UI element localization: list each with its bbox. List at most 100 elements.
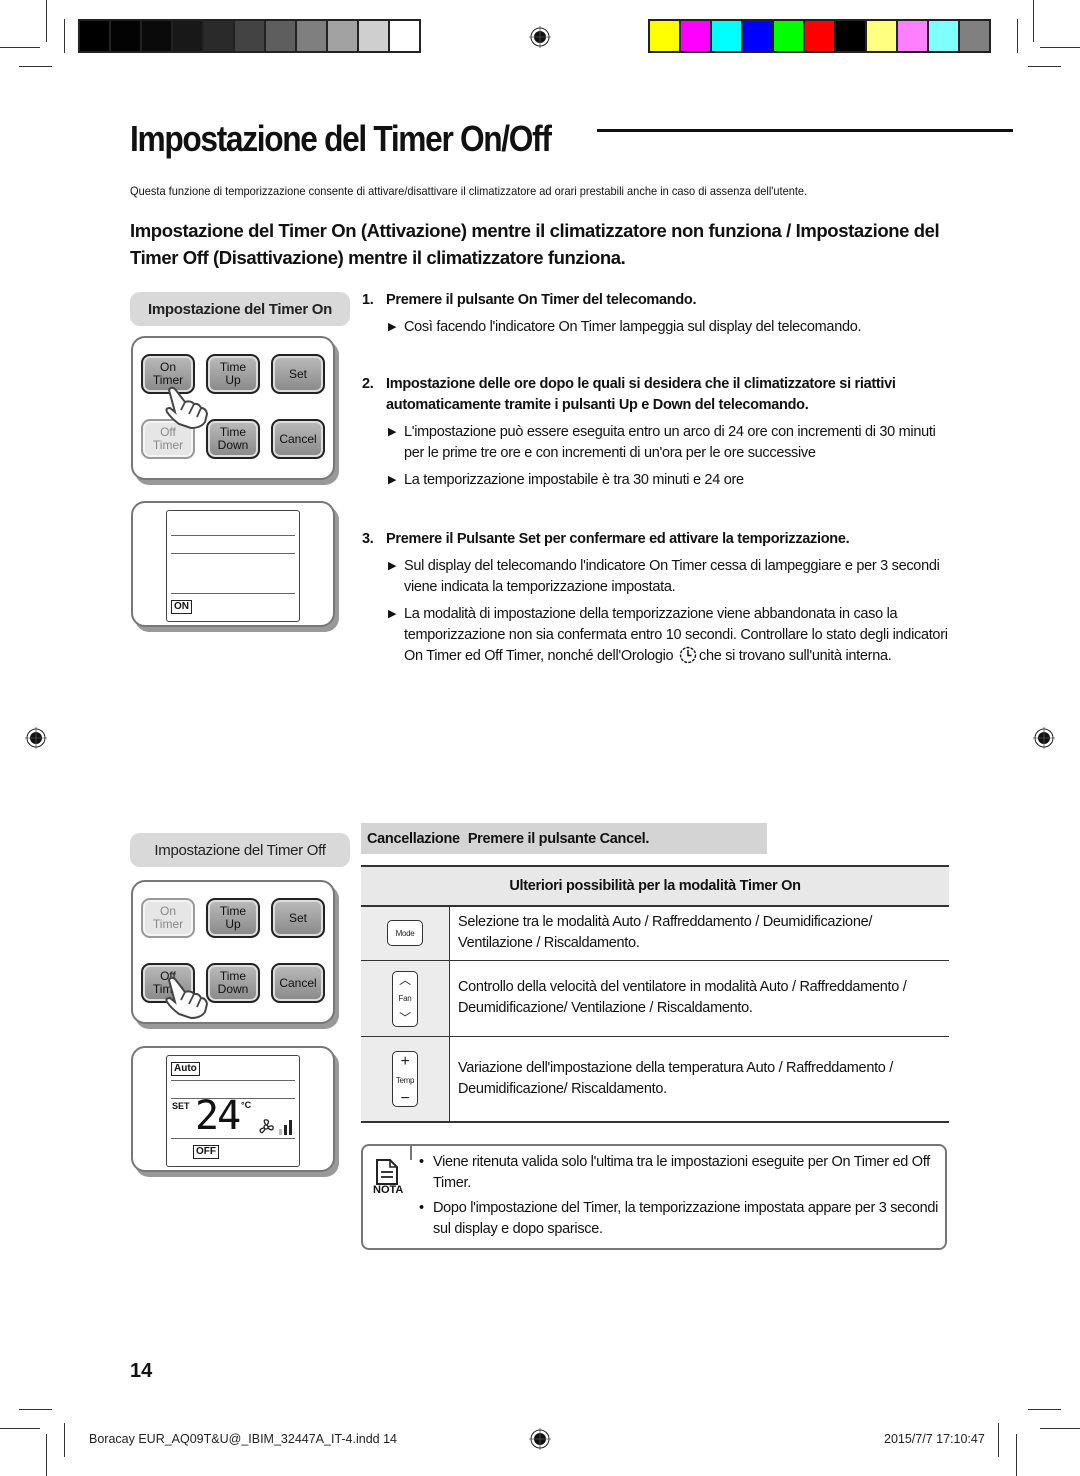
color-swatch (80, 21, 109, 51)
on-timer-button[interactable]: On Timer (141, 898, 195, 938)
crop-mark (1028, 1409, 1061, 1410)
color-swatch (390, 21, 419, 51)
color-swatch (867, 21, 896, 51)
table-icon-cell: ︿ Fan ﹀ (361, 960, 450, 1037)
color-swatch (142, 21, 171, 51)
step-bullet: ▶ Sul display del telecomando l'indicator… (362, 556, 952, 598)
step-title: 2. Impostazione delle ore dopo le quali s… (362, 374, 952, 416)
mode-button-icon: Mode (387, 920, 423, 947)
color-swatch (743, 21, 772, 51)
color-swatch (805, 21, 834, 51)
table-text-cell: Variazione dell'impostazione della tempe… (449, 1036, 949, 1123)
cancel-text: Premere il pulsante Cancel. (467, 830, 650, 847)
fan-speed-icon (259, 1119, 292, 1135)
button-label: Down (217, 982, 249, 996)
button-label: Up (225, 917, 241, 931)
color-swatch (235, 21, 264, 51)
button-label: On (159, 904, 176, 918)
bullet-text: che si trovano sull'unità interna. (699, 648, 892, 664)
table-row: + Temp − Variazione dell'impostazione de… (361, 1036, 949, 1123)
table-header: Ulteriori possibilità per la modalità Ti… (361, 865, 949, 907)
bullet-text: L'impostazione può essere eseguita entro… (404, 424, 936, 461)
crop-mark (1017, 19, 1018, 53)
pointing-hand-icon (165, 976, 209, 1020)
note-label: NOTA (373, 1184, 404, 1196)
note-list: • Viene ritenuta valida solo l'ultima tra… (419, 1152, 939, 1244)
button-label: Up (225, 373, 241, 387)
registration-mark-icon (1033, 727, 1055, 749)
steps-list: 1. Premere il pulsante On Timer del telec… (362, 290, 952, 667)
crop-mark (998, 1423, 999, 1457)
time-down-button[interactable]: Time Down (206, 419, 260, 459)
lcd-divider (171, 535, 295, 536)
color-swatch (712, 21, 741, 51)
minus-icon: − (400, 1089, 410, 1107)
color-calibration-bar (648, 19, 991, 53)
color-swatch (650, 21, 679, 51)
set-label: SET (172, 1101, 190, 1111)
step-1: 1. Premere il pulsante On Timer del telec… (362, 290, 952, 338)
step-bullet: ▶ L'impostazione può essere eseguita entr… (362, 422, 952, 464)
intro-text: Questa funzione di temporizzazione conse… (130, 184, 808, 198)
color-swatch (960, 21, 989, 51)
crop-mark (64, 1423, 65, 1457)
table-icon-cell: + Temp − (361, 1036, 450, 1123)
button-label: Time (219, 425, 247, 439)
cancel-button[interactable]: Cancel (271, 963, 325, 1003)
time-down-button[interactable]: Time Down (206, 963, 260, 1003)
set-button[interactable]: Set (271, 898, 325, 938)
bullet-triangle-icon: ▶ (388, 474, 397, 486)
plus-icon: + (400, 1052, 410, 1070)
remote-display-panel: Auto SET 24 °C OFF (131, 1046, 335, 1172)
color-swatch (681, 21, 710, 51)
step-3: 3. Premere il Pulsante Set per confermare… (362, 529, 952, 667)
table-text-cell: Selezione tra le modalità Auto / Raffred… (449, 906, 949, 961)
time-up-button[interactable]: Time Up (206, 354, 260, 394)
cancel-button[interactable]: Cancel (271, 419, 325, 459)
remote-buttons-panel: On Timer Time Up Set Off Timer Time Down Can… (131, 880, 335, 1024)
crop-mark (64, 19, 65, 53)
crop-mark (1040, 1428, 1080, 1429)
lcd-divider (171, 593, 295, 594)
lcd-divider (171, 1138, 295, 1139)
crop-mark (1028, 66, 1061, 67)
registration-mark-icon (25, 727, 47, 749)
lcd-divider (171, 553, 295, 554)
registration-mark-icon (529, 1428, 551, 1450)
cancel-instruction-bar: Cancellazione Premere il pulsante Cancel… (361, 823, 767, 854)
cancel-label: Cancellazione (367, 830, 460, 847)
set-button[interactable]: Set (271, 354, 325, 394)
time-up-button[interactable]: Time Up (206, 898, 260, 938)
color-swatch (929, 21, 958, 51)
button-label: On (159, 360, 176, 374)
bullet-triangle-icon: ▶ (388, 426, 397, 438)
lcd-display: ON (166, 510, 300, 622)
bullet-text: Così facendo l'indicatore On Timer lampe… (404, 319, 862, 335)
table-row: ︿ Fan ﹀ Controllo della velocità del ven… (361, 960, 949, 1037)
button-label: Down (217, 438, 249, 452)
color-swatch (359, 21, 388, 51)
off-indicator: OFF (193, 1145, 219, 1159)
color-swatch (204, 21, 233, 51)
step-bullet: ▶ La modalità di impostazione della tempo… (362, 604, 952, 667)
table-icon-cell: Mode (361, 906, 450, 961)
chevron-up-icon: ︿ (399, 972, 411, 987)
bullet-dot: • (419, 1154, 424, 1170)
step-title-text: Impostazione delle ore dopo le quali si … (386, 376, 896, 413)
auto-mode-indicator: Auto (171, 1062, 200, 1076)
temperature-unit: °C (241, 1100, 252, 1110)
crop-mark (19, 1409, 52, 1410)
bullet-triangle-icon: ▶ (388, 608, 397, 620)
bullet-text: Sul display del telecomando l'indicatore… (404, 558, 940, 595)
button-label: Timer (152, 917, 184, 931)
color-swatch (111, 21, 140, 51)
bullet-triangle-icon: ▶ (388, 321, 397, 333)
step-title-text: Premere il pulsante On Timer del telecom… (386, 292, 697, 308)
note-text: Viene ritenuta valida solo l'ultima tra … (433, 1154, 930, 1191)
page-title: Impostazione del Timer On/Off (130, 118, 552, 159)
step-bullet: ▶ Così facendo l'indicatore On Timer lamp… (362, 317, 952, 338)
clock-icon (679, 646, 697, 664)
crop-mark (1016, 1434, 1017, 1476)
crop-mark (46, 1434, 47, 1476)
remote-display-panel: ON (131, 501, 335, 627)
